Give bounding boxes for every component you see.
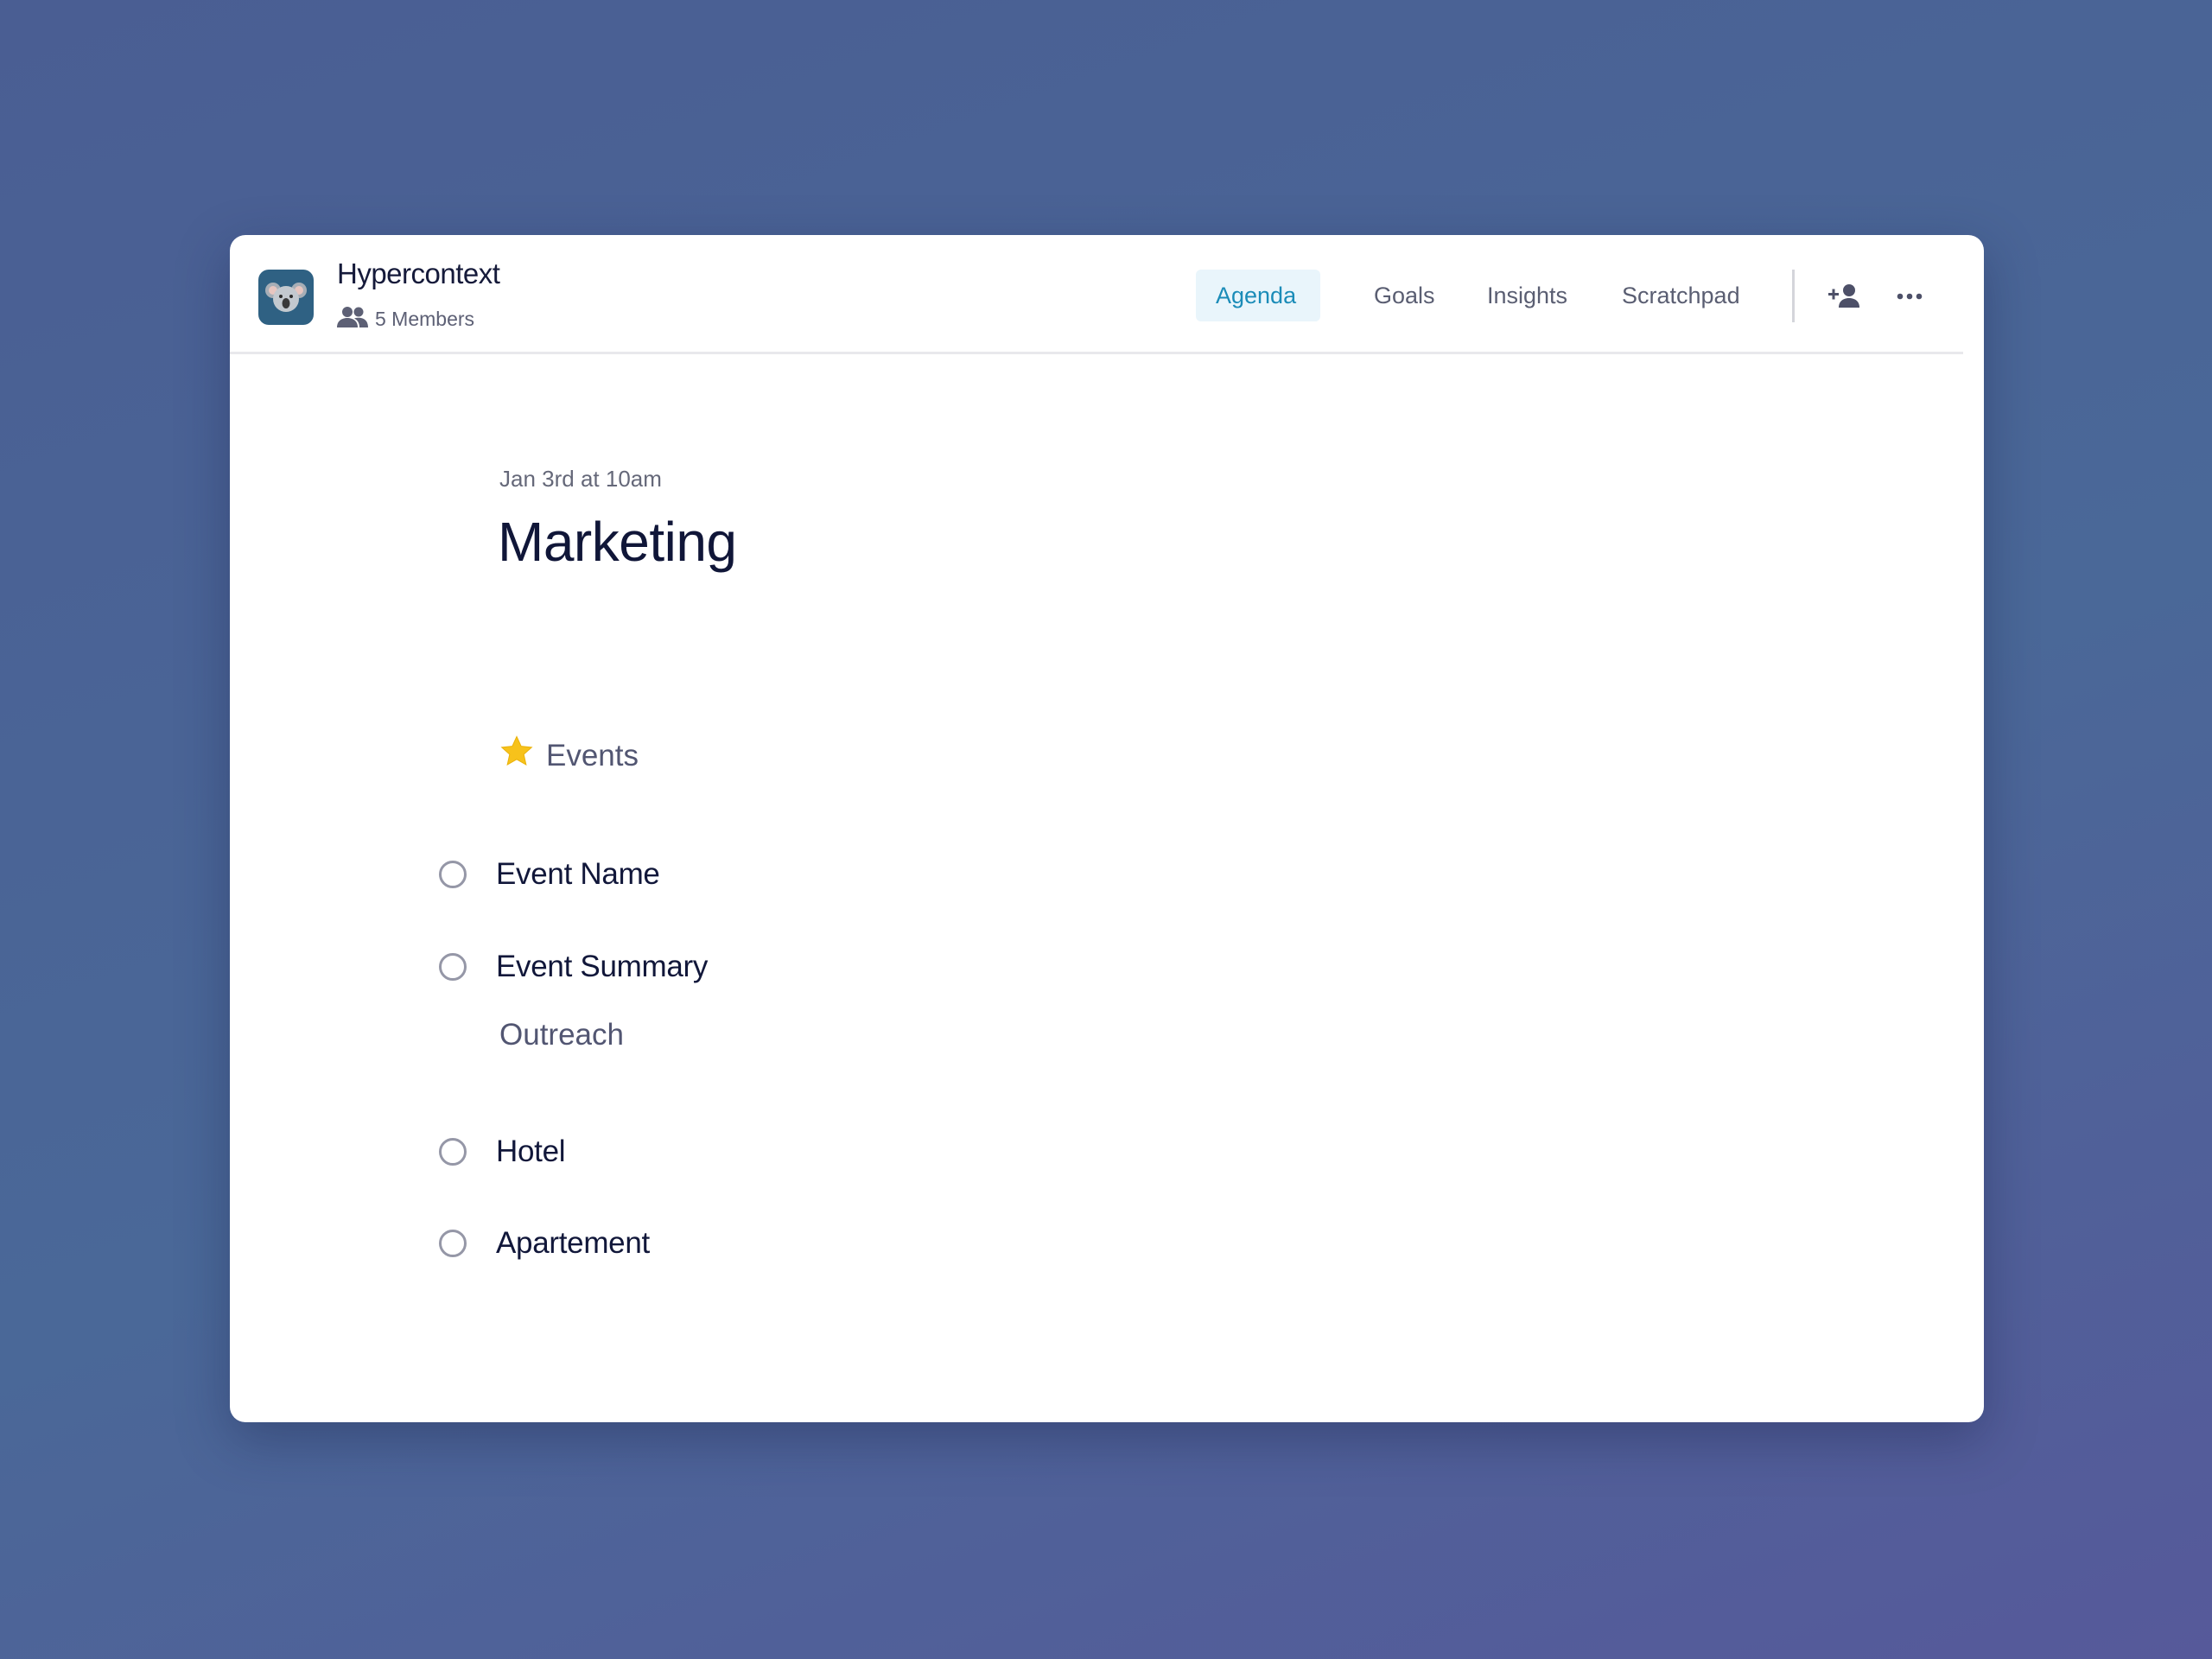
header-divider [1792,270,1795,322]
app-title: Hypercontext [337,257,500,289]
members-label: 5 Members [375,308,475,330]
star-icon [499,734,534,777]
section-heading-events[interactable]: Events [499,734,639,777]
section-heading-outreach[interactable]: Outreach [499,1018,624,1052]
members-count[interactable]: 5 Members [337,306,474,333]
tab-agenda[interactable]: Agenda [1196,270,1321,321]
item-checkbox[interactable] [439,953,467,981]
agenda-item-label[interactable]: Hotel [496,1135,566,1169]
meeting-header: Hypercontext 5 Members Agenda Goals Insi… [230,235,1963,354]
agenda-item-label[interactable]: Apartement [496,1226,650,1261]
agenda-item-label[interactable]: Event Name [496,857,660,892]
agenda-item[interactable]: Hotel [439,1128,566,1176]
agenda-item[interactable]: Event Name [439,850,660,899]
meeting-date: Jan 3rd at 10am [499,466,662,492]
koala-icon[interactable] [258,270,314,325]
add-person-icon[interactable] [1827,277,1865,315]
app-window: Hypercontext 5 Members Agenda Goals Insi… [230,235,1984,1422]
agenda-item[interactable]: Event Summary [439,943,708,991]
tab-insights[interactable]: Insights [1487,270,1567,321]
item-checkbox[interactable] [439,1230,467,1257]
agenda-item-label[interactable]: Event Summary [496,950,708,984]
meeting-title[interactable]: Marketing [498,510,737,574]
people-icon [337,306,368,333]
section-heading-label: Outreach [499,1018,624,1052]
section-heading-label: Events [546,738,639,772]
item-checkbox[interactable] [439,861,467,888]
tab-scratchpad[interactable]: Scratchpad [1622,270,1740,321]
item-checkbox[interactable] [439,1138,467,1166]
agenda-item[interactable]: Apartement [439,1219,650,1268]
more-horizontal-icon[interactable] [1891,277,1929,315]
tab-goals[interactable]: Goals [1374,270,1435,321]
